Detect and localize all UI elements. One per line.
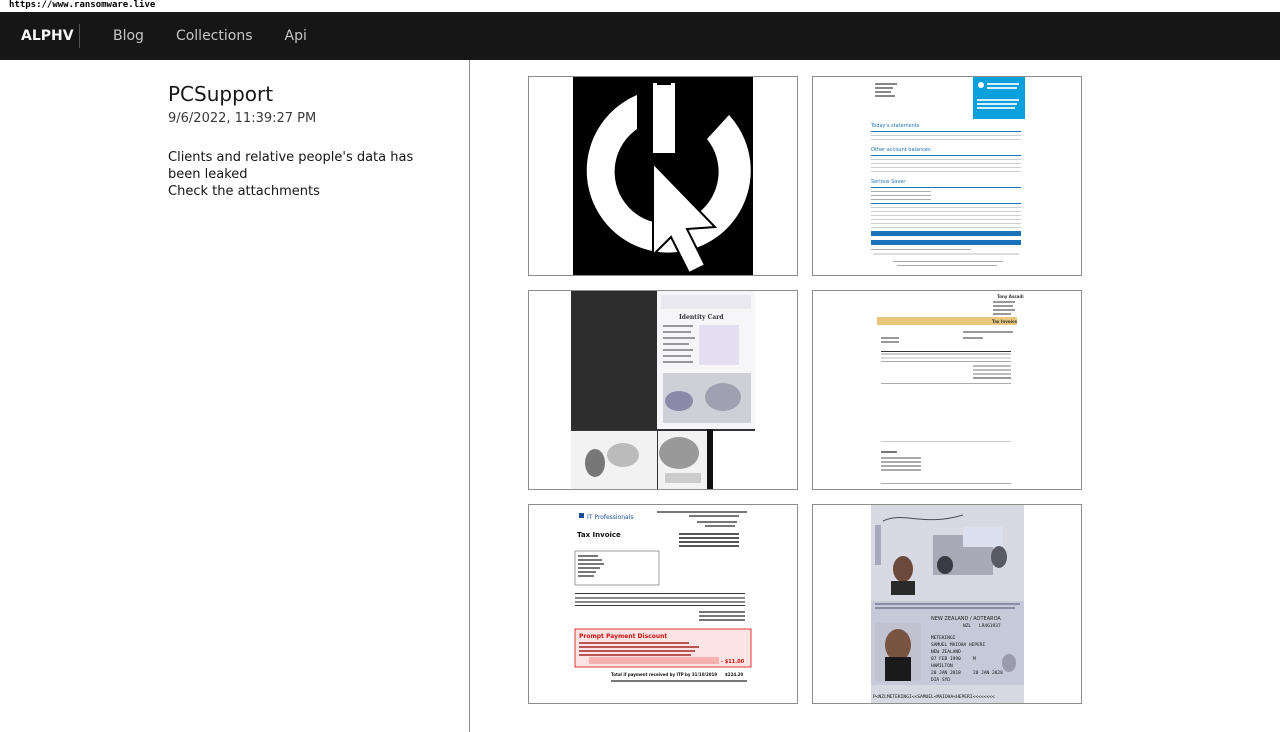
post-body: Clients and relative people's data has b… bbox=[168, 149, 428, 200]
bank-section-label: Other account balances bbox=[871, 147, 931, 153]
passport-place: HAMILTON bbox=[931, 663, 953, 669]
id-card-title: Identity Card bbox=[679, 314, 724, 321]
bank-statement-image: Today's statements Other account balance… bbox=[869, 77, 1025, 275]
nav-link-collections[interactable]: Collections bbox=[160, 12, 269, 60]
post-title: PCSupport bbox=[168, 82, 274, 106]
passport-country: NEW ZEALAND / AOTEAROA bbox=[931, 616, 1001, 622]
passport-code: NZL bbox=[963, 623, 971, 629]
passport-number: LR461937 bbox=[979, 623, 1001, 629]
nav-link-api[interactable]: Api bbox=[269, 12, 323, 60]
passport-dob: 07 FEB 1990 bbox=[931, 656, 961, 662]
address-bar[interactable]: https://www.ransomware.live bbox=[0, 0, 1280, 12]
nav-link-blog[interactable]: Blog bbox=[97, 12, 160, 60]
attachment-thumbnail-identity-card[interactable]: Identity Card bbox=[528, 290, 798, 490]
passport-expiry: 20 JAN 2028 bbox=[973, 670, 1003, 676]
bank-section-label: Serious Saver bbox=[871, 179, 906, 185]
nav-divider bbox=[79, 24, 80, 48]
invoice-customer-name: Tony Assadi bbox=[997, 294, 1024, 299]
discount-heading: Prompt Payment Discount bbox=[579, 633, 667, 640]
post-date: 9/6/2022, 11:39:27 PM bbox=[168, 111, 317, 126]
top-navbar: ALPHV Blog Collections Api bbox=[0, 12, 1280, 60]
brand-logo-link[interactable]: ALPHV bbox=[0, 12, 79, 60]
identity-card-scans-image: Identity Card bbox=[571, 291, 755, 489]
passport-surname: METEKINGI bbox=[931, 635, 956, 641]
tax-invoice-image: Tony Assadi Tax Invoice bbox=[877, 291, 1024, 489]
itp-invoice-heading: Tax Invoice bbox=[577, 531, 621, 539]
bank-section-label: Today's statements bbox=[870, 123, 920, 129]
itp-total-line: Total if payment received by ITP by 31/1… bbox=[611, 672, 717, 677]
passport-issue: 20 JAN 2018 bbox=[931, 670, 961, 676]
passport-given-names: SAMUEL MAIOHA HEPERI bbox=[931, 642, 985, 648]
attachment-thumbnail-logo[interactable] bbox=[528, 76, 798, 276]
post-body-line: Check the attachments bbox=[168, 184, 320, 199]
post-panel: PCSupport 9/6/2022, 11:39:27 PM Clients … bbox=[0, 60, 470, 732]
passport-authority: DIA SYD bbox=[931, 677, 950, 683]
itp-total-value: $224.20 bbox=[725, 672, 743, 677]
attachments-gallery: Today's statements Other account balance… bbox=[528, 76, 1082, 704]
attachment-thumbnail-tax-invoice[interactable]: Tony Assadi Tax Invoice bbox=[812, 290, 1082, 490]
passport-nationality: NEW ZEALAND bbox=[931, 649, 961, 655]
discount-value: - $11.00 bbox=[721, 659, 745, 665]
attachment-thumbnail-passport[interactable]: NEW ZEALAND / AOTEAROA NZL LR461937 METE… bbox=[812, 504, 1082, 704]
pcsupport-logo-image bbox=[573, 77, 753, 275]
passport-mrz: P<NZLMETEKINGI<<SAMUEL<MAIOHA<HEPERI<<<<… bbox=[873, 694, 995, 700]
itp-invoice-image: IT Professionals Tax Invoice Prompt Paym… bbox=[573, 505, 753, 703]
attachment-thumbnail-itp-invoice[interactable]: IT Professionals Tax Invoice Prompt Paym… bbox=[528, 504, 798, 704]
passport-sex: M bbox=[973, 656, 976, 662]
post-body-line: Clients and relative people's data has b… bbox=[168, 150, 414, 182]
url-text: https://www.ransomware.live bbox=[9, 0, 156, 10]
passport-image: NEW ZEALAND / AOTEAROA NZL LR461937 METE… bbox=[871, 505, 1024, 703]
attachment-thumbnail-bank-statement[interactable]: Today's statements Other account balance… bbox=[812, 76, 1082, 276]
itp-company-name: IT Professionals bbox=[587, 514, 634, 521]
invoice-heading: Tax Invoice bbox=[992, 319, 1017, 324]
post-details: PCSupport 9/6/2022, 11:39:27 PM Clients … bbox=[168, 80, 428, 200]
